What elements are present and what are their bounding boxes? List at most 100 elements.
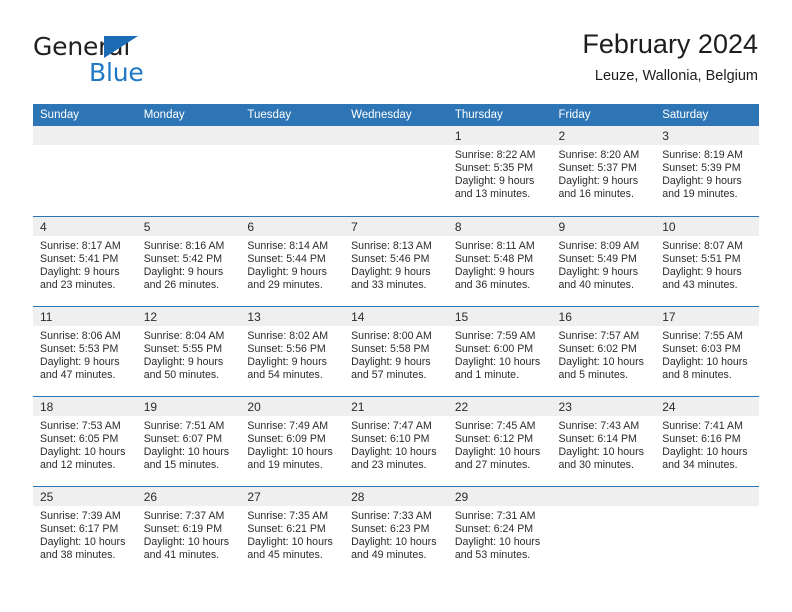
daylight-text-line2: and 1 minute. xyxy=(454,368,520,381)
daylight-text-line1: Daylight: 9 hours xyxy=(454,175,535,188)
calendar-day-cell[interactable]: 1 Sunrise: 8:22 AM Sunset: 5:35 PM Daylight… xyxy=(447,126,552,216)
calendar-day-cell[interactable]: 7 Sunrise: 8:13 AM Sunset: 5:46 PM Daylight… xyxy=(344,215,448,306)
calendar-day-cell[interactable]: 13 Sunrise: 8:02 AM Sunset: 5:56 PM Dayligh… xyxy=(240,305,345,396)
calendar-day-cell[interactable]: 19 Sunrise: 7:51 AM Sunset: 6:07 PM Dayligh… xyxy=(136,395,241,486)
day-number: 7 xyxy=(344,216,448,236)
sunset-text: Sunset: 6:21 PM xyxy=(247,522,326,535)
day-details: Sunrise: 8:20 AM Sunset: 5:37 PM Daylight:… xyxy=(552,145,656,201)
day-details: Sunrise: 7:45 AM Sunset: 6:12 PM Daylight:… xyxy=(448,416,552,472)
calendar-day-cell[interactable]: 5 Sunrise: 8:16 AM Sunset: 5:42 PM Daylight… xyxy=(136,215,241,306)
calendar-day-cell[interactable]: 15 Sunrise: 7:59 AM Sunset: 6:00 PM Dayligh… xyxy=(447,305,552,396)
sunset-text: Sunset: 5:42 PM xyxy=(143,252,223,265)
calendar-day-cell[interactable]: 27 Sunrise: 7:35 AM Sunset: 6:21 PM Dayligh… xyxy=(240,485,345,576)
day-number: 20 xyxy=(240,396,345,416)
daylight-text-line1: Daylight: 10 hours xyxy=(40,535,126,548)
calendar-day-cell[interactable]: 11 Sunrise: 8:06 AM Sunset: 5:53 PM Dayligh… xyxy=(33,305,137,396)
daylight-text-line1: Daylight: 10 hours xyxy=(454,535,541,548)
daylight-text-line1: Daylight: 9 hours xyxy=(247,355,327,368)
day-details: Sunrise: 8:09 AM Sunset: 5:49 PM Daylight:… xyxy=(552,236,656,292)
sunrise-text: Sunrise: 7:35 AM xyxy=(247,509,329,522)
calendar-day-cell[interactable]: 10 Sunrise: 8:07 AM Sunset: 5:51 PM Dayligh… xyxy=(655,215,759,306)
page-header: General Blue February 2024 Leuze, Wallon… xyxy=(33,28,758,98)
daylight-text-line2: and 30 minutes. xyxy=(558,458,634,471)
daylight-text-line2: and 23 minutes. xyxy=(351,458,427,471)
day-number: 29 xyxy=(447,486,552,506)
calendar-day-cell[interactable]: 28 Sunrise: 7:33 AM Sunset: 6:23 PM Dayligh… xyxy=(344,485,448,576)
calendar-day-cell-empty xyxy=(33,126,137,216)
calendar-day-cell[interactable]: 17 Sunrise: 7:55 AM Sunset: 6:03 PM Dayligh… xyxy=(655,305,759,396)
calendar-day-cell[interactable]: 23 Sunrise: 7:43 AM Sunset: 6:14 PM Dayligh… xyxy=(551,395,656,486)
sunrise-text: Sunrise: 8:07 AM xyxy=(662,239,743,252)
daylight-text-line1: Daylight: 10 hours xyxy=(454,355,541,368)
day-details: Sunrise: 7:47 AM Sunset: 6:10 PM Daylight:… xyxy=(344,416,448,472)
calendar-day-cell[interactable]: 8 Sunrise: 8:11 AM Sunset: 5:48 PM Daylight… xyxy=(447,215,552,306)
logo-text-blue: Blue xyxy=(89,58,144,87)
weekday-header-saturday: Saturday xyxy=(655,104,759,126)
calendar-day-cell[interactable]: 20 Sunrise: 7:49 AM Sunset: 6:09 PM Dayligh… xyxy=(240,395,345,486)
day-number: 23 xyxy=(551,396,656,416)
calendar-day-cell[interactable]: 14 Sunrise: 8:00 AM Sunset: 5:58 PM Dayligh… xyxy=(344,305,448,396)
sunrise-text: Sunrise: 8:19 AM xyxy=(662,149,743,161)
calendar-header-row: Sunday Monday Tuesday Wednesday Thursday Frid… xyxy=(33,104,759,126)
calendar-day-cell[interactable]: 4 Sunrise: 8:17 AM Sunset: 5:41 PM Daylight… xyxy=(33,215,137,306)
day-details xyxy=(552,506,656,510)
calendar-day-cell[interactable]: 18 Sunrise: 7:53 AM Sunset: 6:05 PM Dayligh… xyxy=(33,395,137,486)
day-details: Sunrise: 7:57 AM Sunset: 6:02 PM Daylight:… xyxy=(552,326,656,382)
calendar-day-cell[interactable]: 25 Sunrise: 7:39 AM Sunset: 6:17 PM Dayligh… xyxy=(33,485,137,576)
day-details xyxy=(33,145,137,149)
sunset-text: Sunset: 6:16 PM xyxy=(662,432,741,445)
daylight-text-line1: Daylight: 10 hours xyxy=(247,535,333,548)
weekday-header-tuesday: Tuesday xyxy=(240,104,345,126)
calendar-day-cell[interactable]: 22 Sunrise: 7:45 AM Sunset: 6:12 PM Dayligh… xyxy=(447,395,552,486)
day-number: 27 xyxy=(240,486,345,506)
daylight-text-line2: and 23 minutes. xyxy=(40,278,116,291)
calendar-week-row: 11 Sunrise: 8:06 AM Sunset: 5:53 PM Dayligh… xyxy=(33,305,759,396)
day-details: Sunrise: 8:22 AM Sunset: 5:35 PM Daylight:… xyxy=(448,145,552,201)
day-number: 13 xyxy=(240,306,345,326)
calendar-day-cell[interactable]: 3 Sunrise: 8:19 AM Sunset: 5:39 PM Daylight… xyxy=(655,126,759,216)
sunrise-text: Sunrise: 8:16 AM xyxy=(143,239,225,252)
sunset-text: Sunset: 5:48 PM xyxy=(454,252,534,265)
daylight-text-line2: and 40 minutes. xyxy=(558,278,634,291)
calendar-day-cell[interactable]: 29 Sunrise: 7:31 AM Sunset: 6:24 PM Dayligh… xyxy=(447,485,552,576)
daylight-text-line2: and 49 minutes. xyxy=(351,548,427,561)
page-subtitle: Leuze, Wallonia, Belgium xyxy=(594,68,758,84)
calendar-day-cell[interactable]: 9 Sunrise: 8:09 AM Sunset: 5:49 PM Daylight… xyxy=(551,215,656,306)
sunset-text: Sunset: 6:02 PM xyxy=(558,342,637,355)
sunset-text: Sunset: 6:12 PM xyxy=(454,432,534,445)
calendar-day-cell[interactable]: 21 Sunrise: 7:47 AM Sunset: 6:10 PM Dayligh… xyxy=(344,395,448,486)
calendar-day-cell[interactable]: 16 Sunrise: 7:57 AM Sunset: 6:02 PM Dayligh… xyxy=(551,305,656,396)
sunrise-text: Sunrise: 7:53 AM xyxy=(40,419,121,432)
calendar-page: General Blue February 2024 Leuze, Wallon… xyxy=(0,0,792,612)
daylight-text-line2: and 54 minutes. xyxy=(247,368,323,381)
calendar-day-cell-empty xyxy=(655,485,759,576)
sunset-text: Sunset: 5:46 PM xyxy=(351,252,430,265)
day-number xyxy=(33,126,137,145)
day-number: 3 xyxy=(655,126,759,145)
daylight-text-line1: Daylight: 10 hours xyxy=(247,445,333,458)
sunrise-text: Sunrise: 7:33 AM xyxy=(351,509,432,522)
sunset-text: Sunset: 5:58 PM xyxy=(351,342,430,355)
daylight-text-line2: and 33 minutes. xyxy=(351,278,427,291)
weekday-header-thursday: Thursday xyxy=(447,104,552,126)
calendar-week-row: 18 Sunrise: 7:53 AM Sunset: 6:05 PM Dayligh… xyxy=(33,395,759,486)
sunrise-text: Sunrise: 8:22 AM xyxy=(454,149,536,161)
calendar-day-cell[interactable]: 24 Sunrise: 7:41 AM Sunset: 6:16 PM Dayligh… xyxy=(655,395,759,486)
calendar-day-cell[interactable]: 2 Sunrise: 8:20 AM Sunset: 5:37 PM Daylight… xyxy=(551,126,656,216)
day-details: Sunrise: 7:35 AM Sunset: 6:21 PM Daylight:… xyxy=(240,506,344,562)
calendar-day-cell[interactable]: 12 Sunrise: 8:04 AM Sunset: 5:55 PM Dayligh… xyxy=(136,305,241,396)
calendar-day-cell-empty xyxy=(136,126,241,216)
day-details: Sunrise: 7:59 AM Sunset: 6:00 PM Daylight:… xyxy=(448,326,552,382)
calendar-table: Sunday Monday Tuesday Wednesday Thursday Frid… xyxy=(33,104,759,576)
sunset-text: Sunset: 5:37 PM xyxy=(558,162,637,175)
day-number: 11 xyxy=(33,306,137,326)
sunrise-text: Sunrise: 8:00 AM xyxy=(351,329,432,342)
sunset-text: Sunset: 6:19 PM xyxy=(143,522,223,535)
calendar-day-cell[interactable]: 6 Sunrise: 8:14 AM Sunset: 5:44 PM Daylight… xyxy=(240,215,345,306)
calendar-day-cell-empty xyxy=(240,126,345,216)
day-number: 24 xyxy=(655,396,759,416)
calendar-day-cell[interactable]: 26 Sunrise: 7:37 AM Sunset: 6:19 PM Dayligh… xyxy=(136,485,241,576)
sunrise-text: Sunrise: 7:49 AM xyxy=(247,419,329,432)
daylight-text-line2: and 19 minutes. xyxy=(247,458,323,471)
sunset-text: Sunset: 6:09 PM xyxy=(247,432,326,445)
